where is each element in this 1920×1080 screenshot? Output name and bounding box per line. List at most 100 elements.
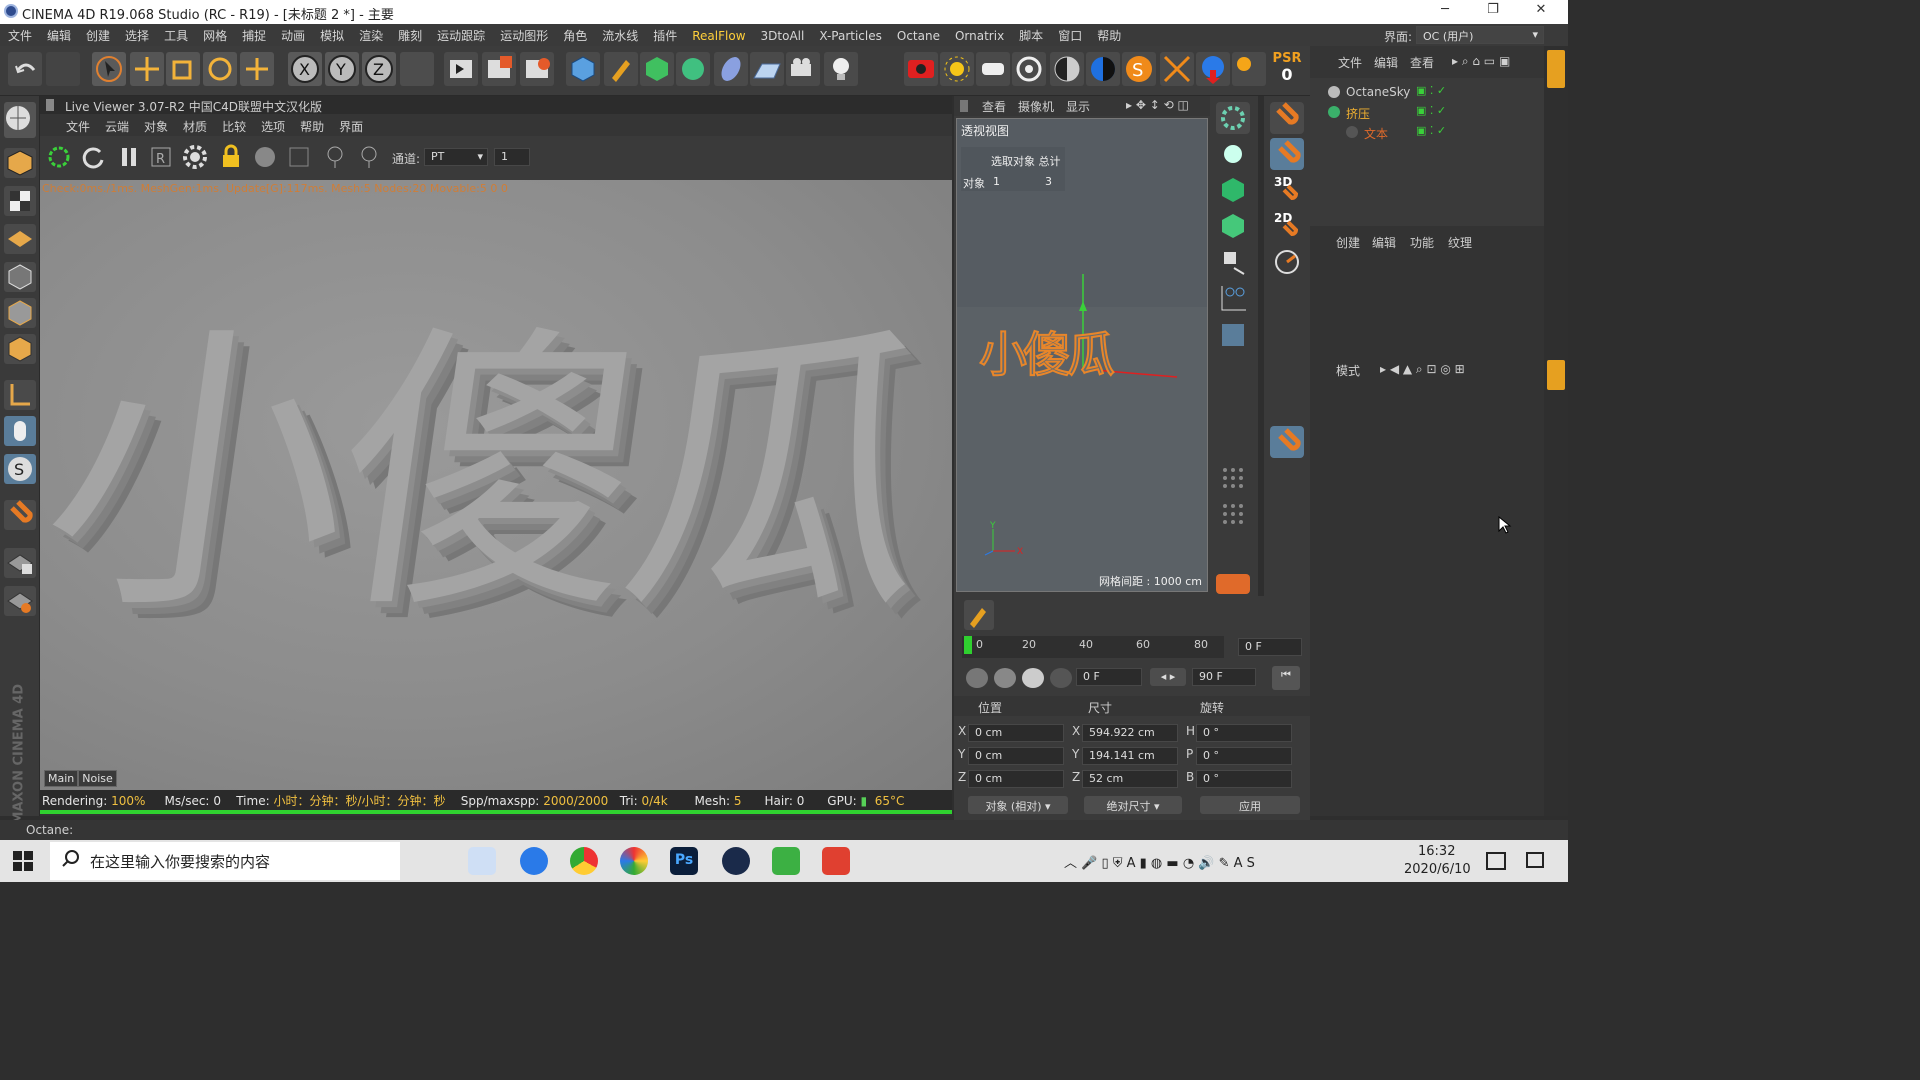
octane-vdb-icon[interactable] — [1160, 52, 1194, 86]
snap-grid-icon[interactable] — [1270, 498, 1304, 530]
send-scene-icon[interactable] — [46, 144, 72, 170]
menu-item[interactable]: 窗口 — [1058, 24, 1082, 44]
snap-icon[interactable]: S — [4, 454, 36, 484]
spline-step-icon[interactable] — [1190, 600, 1220, 630]
spline-box-icon[interactable] — [1264, 600, 1294, 630]
viewport-menu-view[interactable]: 查看 — [982, 98, 1006, 115]
octane-target-light-icon[interactable] — [1012, 52, 1046, 86]
viewport-nav-icons[interactable]: ▸ ✥ ↕ ⟲ ◫ — [1126, 98, 1189, 112]
texture-mode-icon[interactable] — [4, 186, 36, 216]
octane-xyz-icon[interactable] — [1232, 52, 1266, 86]
live-viewer-menu-item[interactable]: 帮助 — [300, 114, 324, 135]
magnet-blue-icon[interactable] — [1270, 138, 1304, 170]
tweak-mode-icon[interactable] — [4, 416, 36, 446]
green-cube-icon[interactable] — [1216, 174, 1250, 206]
attr2-mode-label[interactable]: 模式 — [1336, 362, 1360, 379]
task-view-icon[interactable] — [1486, 852, 1506, 870]
notification-center-icon[interactable] — [1526, 852, 1544, 868]
symmetry-icon[interactable] — [1216, 426, 1250, 458]
octane-material-icon[interactable] — [1050, 52, 1084, 86]
cinema4d-icon[interactable] — [722, 847, 750, 875]
visibility-toggle-icon[interactable]: ▣ ⁚ ✓ — [1416, 84, 1446, 97]
menu-item[interactable]: 渲染 — [359, 24, 383, 44]
graph-icon[interactable] — [1216, 282, 1250, 314]
render-view-button[interactable] — [444, 52, 478, 86]
menu-item[interactable]: 选择 — [125, 24, 149, 44]
scale-tool-button[interactable] — [166, 52, 200, 86]
octane-scatter-icon[interactable]: S — [1122, 52, 1156, 86]
chrome-icon[interactable] — [570, 847, 598, 875]
figure-icon[interactable] — [1216, 534, 1250, 566]
size-field[interactable]: 52 cm — [1082, 770, 1178, 788]
fracture-icon[interactable] — [1216, 390, 1250, 422]
object-menu-view[interactable]: 查看 — [1410, 54, 1434, 71]
channel-select[interactable]: PT ▾ — [424, 148, 488, 166]
position-field[interactable]: 0 cm — [968, 724, 1064, 742]
menu-item[interactable]: 工具 — [164, 24, 188, 44]
size-field[interactable]: 194.141 cm — [1082, 747, 1178, 765]
render-view[interactable]: 小傻瓜 — [40, 180, 952, 792]
current-frame-field[interactable]: 0 F — [1238, 638, 1302, 656]
mograph-gear-icon[interactable] — [1216, 102, 1250, 134]
go-to-start-button[interactable]: ⏮ — [1272, 666, 1300, 690]
object-menu-file[interactable]: 文件 — [1338, 54, 1362, 71]
axis-mode-icon[interactable] — [4, 380, 36, 410]
psr-button[interactable]: PSR 0 — [1270, 52, 1304, 86]
octane-glossy-icon[interactable] — [1086, 52, 1120, 86]
menu-item[interactable]: 流水线 — [602, 24, 638, 44]
points-mode-icon[interactable] — [4, 262, 36, 292]
octane-sphere-icon[interactable] — [1196, 52, 1230, 86]
dots-grid-icon[interactable] — [1216, 498, 1250, 530]
taskbar-search[interactable]: 在这里输入你要搜索的内容 — [50, 842, 400, 880]
pen-spline-icon[interactable] — [604, 52, 638, 86]
live-viewer-menu-item[interactable]: 界面 — [339, 114, 363, 135]
tab-attributes[interactable] — [1547, 360, 1565, 390]
z-axis-lock-button[interactable]: Z — [362, 52, 396, 86]
size-field[interactable]: 594.922 cm — [1082, 724, 1178, 742]
snap-guide-icon[interactable] — [1270, 534, 1304, 566]
undo-button[interactable] — [8, 52, 42, 86]
menu-item[interactable]: 运动图形 — [500, 24, 548, 44]
model-mode-icon[interactable] — [4, 148, 36, 178]
menu-item[interactable]: X-Particles — [819, 26, 882, 43]
rotation-field[interactable]: 0 ° — [1196, 747, 1292, 765]
object-manager-tools-icons[interactable]: ▸ ⌕ ⌂ ▭ ▣ — [1452, 54, 1510, 69]
dots-grid-icon[interactable] — [1216, 462, 1250, 494]
settings-gear-icon[interactable] — [182, 144, 208, 170]
object-tree-row[interactable]: OctaneSky ▣ ⁚ ✓ — [1310, 82, 1544, 102]
menu-item[interactable]: 插件 — [653, 24, 677, 44]
move-tool-button[interactable] — [130, 52, 164, 86]
snap-spline-icon[interactable] — [1270, 390, 1304, 422]
material-sphere-icon[interactable] — [1050, 668, 1072, 688]
menu-item[interactable]: 雕刻 — [398, 24, 422, 44]
octane-daylight-icon[interactable] — [940, 52, 974, 86]
timeline-ruler[interactable]: 0 20 40 60 80 — [962, 636, 1224, 658]
menu-item[interactable]: 运动跟踪 — [437, 24, 485, 44]
rotation-field[interactable]: 0 ° — [1196, 770, 1292, 788]
timeline-playhead[interactable] — [964, 636, 972, 654]
pen-tool-icon[interactable] — [964, 600, 994, 630]
pause-icon[interactable] — [116, 144, 142, 170]
cloner-dots-icon[interactable] — [1216, 138, 1250, 170]
tab-objects[interactable] — [1547, 50, 1565, 88]
clock-time[interactable]: 16:32 — [1418, 844, 1455, 859]
live-viewer-menu-item[interactable]: 比较 — [222, 114, 246, 135]
windows-start-icon[interactable] — [12, 850, 34, 872]
frame-step-buttons[interactable]: ◂ ▸ — [1150, 668, 1186, 686]
maximize-button[interactable]: ❐ — [1470, 2, 1516, 22]
tab-main[interactable]: Main — [44, 770, 79, 787]
material-sphere-icon[interactable] — [1022, 668, 1044, 688]
spline-arrows-icon[interactable] — [1228, 600, 1258, 630]
subdivision-icon[interactable] — [640, 52, 674, 86]
pick-material-icon[interactable] — [356, 144, 382, 170]
drag-handle-icon[interactable] — [46, 99, 54, 111]
octane-live-viewer-icon[interactable] — [904, 52, 938, 86]
object-menu-edit[interactable]: 编辑 — [1374, 54, 1398, 71]
pick-focus-icon[interactable] — [322, 144, 348, 170]
layout-select[interactable]: OC (用户) ▾ — [1416, 26, 1544, 44]
close-button[interactable]: ✕ — [1518, 2, 1564, 22]
object-tree-row[interactable]: 挤压 ▣ ⁚ ✓ — [1310, 102, 1544, 122]
random-icon[interactable] — [1216, 246, 1250, 278]
object-tree-row[interactable]: 文本 ▣ ⁚ ✓ — [1310, 122, 1544, 142]
workplane-icon[interactable] — [4, 224, 36, 254]
